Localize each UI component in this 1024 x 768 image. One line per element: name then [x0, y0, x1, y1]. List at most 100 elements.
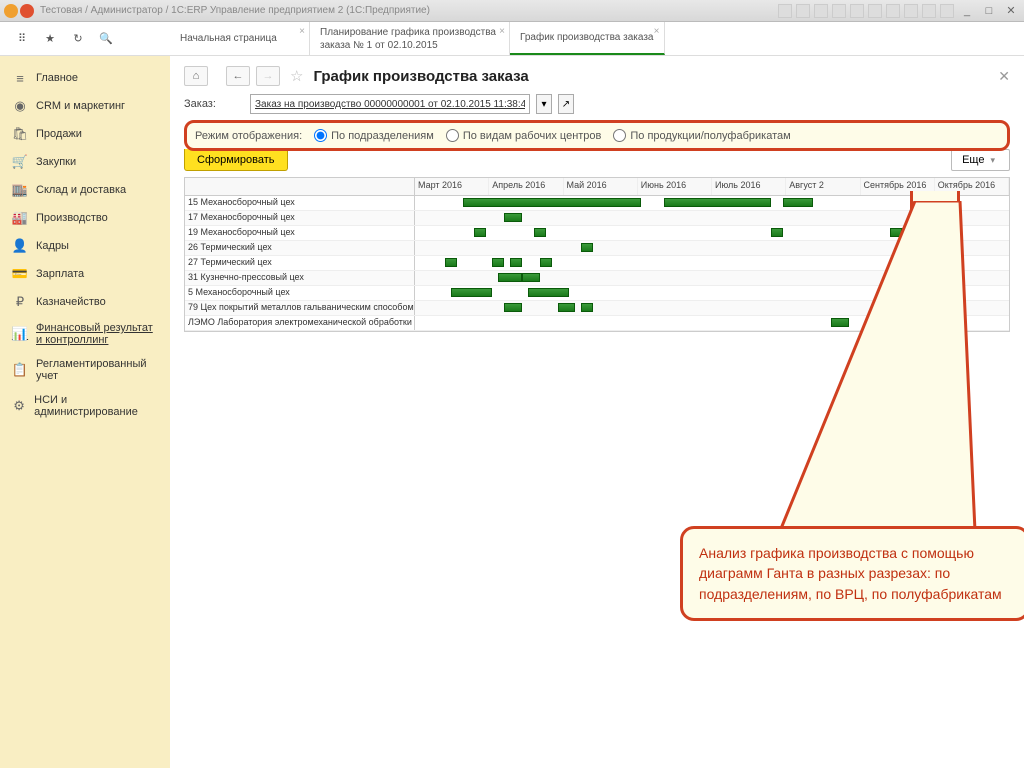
- history-icon[interactable]: ↻: [68, 29, 88, 49]
- sidebar-label: Зарплата: [36, 268, 84, 280]
- sidebar-label: Склад и доставка: [36, 184, 126, 196]
- gantt-bar: [558, 303, 576, 312]
- sidebar-label: Закупки: [36, 156, 76, 168]
- month-header: Май 2016: [564, 178, 638, 195]
- sidebar-item[interactable]: 🛒Закупки: [0, 148, 170, 176]
- month-header: Март 2016: [415, 178, 489, 195]
- row-name: 27 Термический цех: [185, 256, 415, 270]
- back-button[interactable]: ←: [226, 66, 250, 86]
- favorite-icon[interactable]: ☆: [290, 67, 303, 85]
- more-button[interactable]: Еще: [951, 149, 1010, 171]
- gantt-bar: [492, 258, 504, 267]
- callout-pointer: [720, 201, 1020, 541]
- month-header: Июнь 2016: [638, 178, 712, 195]
- gantt-bar: [581, 303, 593, 312]
- home-button[interactable]: ⌂: [184, 66, 208, 86]
- sidebar-icon: ◉: [12, 98, 28, 114]
- gantt-bar: [445, 258, 457, 267]
- tab-close-icon[interactable]: ×: [654, 25, 660, 38]
- sidebar-icon: ⚙: [12, 398, 26, 414]
- sidebar-icon: 🏭: [12, 210, 28, 226]
- app-icon-2: [20, 4, 34, 18]
- sidebar-item[interactable]: 🏬 Склад и доставка: [0, 176, 170, 204]
- close-icon[interactable]: ✕: [998, 68, 1010, 85]
- sidebar-item[interactable]: 💳 Зарплата: [0, 260, 170, 288]
- sidebar-item[interactable]: ⚙ НСИ и администрирование: [0, 388, 170, 424]
- sidebar-icon: 📊: [12, 326, 28, 342]
- tab-label: График производства заказа: [520, 31, 654, 44]
- sidebar-item[interactable]: 🛍Продажи: [0, 120, 170, 148]
- forward-button[interactable]: →: [256, 66, 280, 86]
- tab[interactable]: График производства заказа×: [510, 22, 665, 55]
- gantt-bar: [528, 288, 570, 297]
- titlebar-right-icons: _ □ ✕: [778, 4, 1020, 18]
- row-name: 31 Кузнечно-прессовый цех: [185, 271, 415, 285]
- titlebar-icon[interactable]: [922, 4, 936, 18]
- sidebar-icon: 💳: [12, 266, 28, 282]
- sidebar-item[interactable]: 👤Кадры: [0, 232, 170, 260]
- mode-option-workcenters[interactable]: По видам рабочих центров: [446, 129, 602, 142]
- search-icon[interactable]: 🔍: [96, 29, 116, 49]
- sidebar-icon: 🏬: [12, 182, 28, 198]
- mode-label: Режим отображения:: [195, 130, 302, 142]
- sidebar-label: Главное: [36, 72, 78, 84]
- titlebar-icon[interactable]: [940, 4, 954, 18]
- titlebar-icon[interactable]: [850, 4, 864, 18]
- gantt-bar: [581, 243, 593, 252]
- tab-close-icon[interactable]: ×: [499, 25, 505, 38]
- titlebar-icon[interactable]: [904, 4, 918, 18]
- row-name: 26 Термический цех: [185, 241, 415, 255]
- mode-option-divisions[interactable]: По подразделениям: [314, 129, 434, 142]
- apps-icon[interactable]: ⠿: [12, 29, 32, 49]
- titlebar-icon[interactable]: [886, 4, 900, 18]
- tab[interactable]: Планирование графика производства заказа…: [310, 22, 510, 55]
- app-icon-1: [4, 4, 18, 18]
- sidebar: ≡ Главное ◉ CRM и маркетинг 🛍Продажи🛒Закупки…: [0, 56, 170, 768]
- star-icon[interactable]: ★: [40, 29, 60, 49]
- month-header: Апрель 2016: [489, 178, 563, 195]
- gantt-bar: [474, 228, 486, 237]
- row-name: 79 Цех покрытий металлов гальваническим …: [185, 301, 415, 315]
- sidebar-item[interactable]: 🏭Производство: [0, 204, 170, 232]
- titlebar-left-icons: [4, 4, 34, 18]
- mode-opt-label: По видам рабочих центров: [463, 130, 602, 142]
- gantt-name-header: [185, 178, 415, 195]
- sidebar-item[interactable]: 📋Регламентированный учет: [0, 352, 170, 388]
- sidebar-item[interactable]: 📊Финансовый результат и контроллинг: [0, 316, 170, 352]
- radio-divisions[interactable]: [314, 129, 327, 142]
- gantt-bar: [498, 273, 522, 282]
- gantt-header: Март 2016Апрель 2016Май 2016Июнь 2016Июл…: [185, 178, 1009, 196]
- maximize-button[interactable]: □: [980, 4, 998, 18]
- open-button[interactable]: ↗: [558, 94, 574, 114]
- titlebar-icon[interactable]: [832, 4, 846, 18]
- order-input[interactable]: [250, 94, 530, 114]
- generate-button[interactable]: Сформировать: [184, 149, 288, 171]
- titlebar-icon[interactable]: [796, 4, 810, 18]
- mode-option-products[interactable]: По продукции/полуфабрикатам: [613, 129, 790, 142]
- dropdown-button[interactable]: ▾: [536, 94, 552, 114]
- radio-products[interactable]: [613, 129, 626, 142]
- sidebar-icon: 👤: [12, 238, 28, 254]
- sidebar-item[interactable]: ◉ CRM и маркетинг: [0, 92, 170, 120]
- callout-text: Анализ графика производства с помощью ди…: [699, 545, 1002, 602]
- sidebar-item[interactable]: ₽Казначейство: [0, 288, 170, 316]
- titlebar-icon[interactable]: [778, 4, 792, 18]
- toolbar: ⠿ ★ ↻ 🔍 Начальная страница×Планирование …: [0, 22, 1024, 56]
- minimize-button[interactable]: _: [958, 4, 976, 18]
- radio-workcenters[interactable]: [446, 129, 459, 142]
- close-button[interactable]: ✕: [1002, 4, 1020, 18]
- sidebar-item[interactable]: ≡ Главное: [0, 64, 170, 92]
- sidebar-icon: ≡: [12, 70, 28, 86]
- titlebar-icon[interactable]: [814, 4, 828, 18]
- gantt-bar: [522, 273, 540, 282]
- display-mode-box: Режим отображения: По подразделениям По …: [184, 120, 1010, 151]
- gantt-bar: [504, 213, 522, 222]
- tab-close-icon[interactable]: ×: [299, 25, 305, 38]
- tab[interactable]: Начальная страница×: [170, 22, 310, 55]
- sidebar-label: Казначейство: [36, 296, 106, 308]
- sidebar-label: НСИ и администрирование: [34, 394, 158, 418]
- titlebar-icon[interactable]: [868, 4, 882, 18]
- mode-opt-label: По продукции/полуфабрикатам: [630, 130, 790, 142]
- sidebar-label: CRM и маркетинг: [36, 100, 125, 112]
- titlebar: Тестовая / Администратор / 1С:ERP Управл…: [0, 0, 1024, 22]
